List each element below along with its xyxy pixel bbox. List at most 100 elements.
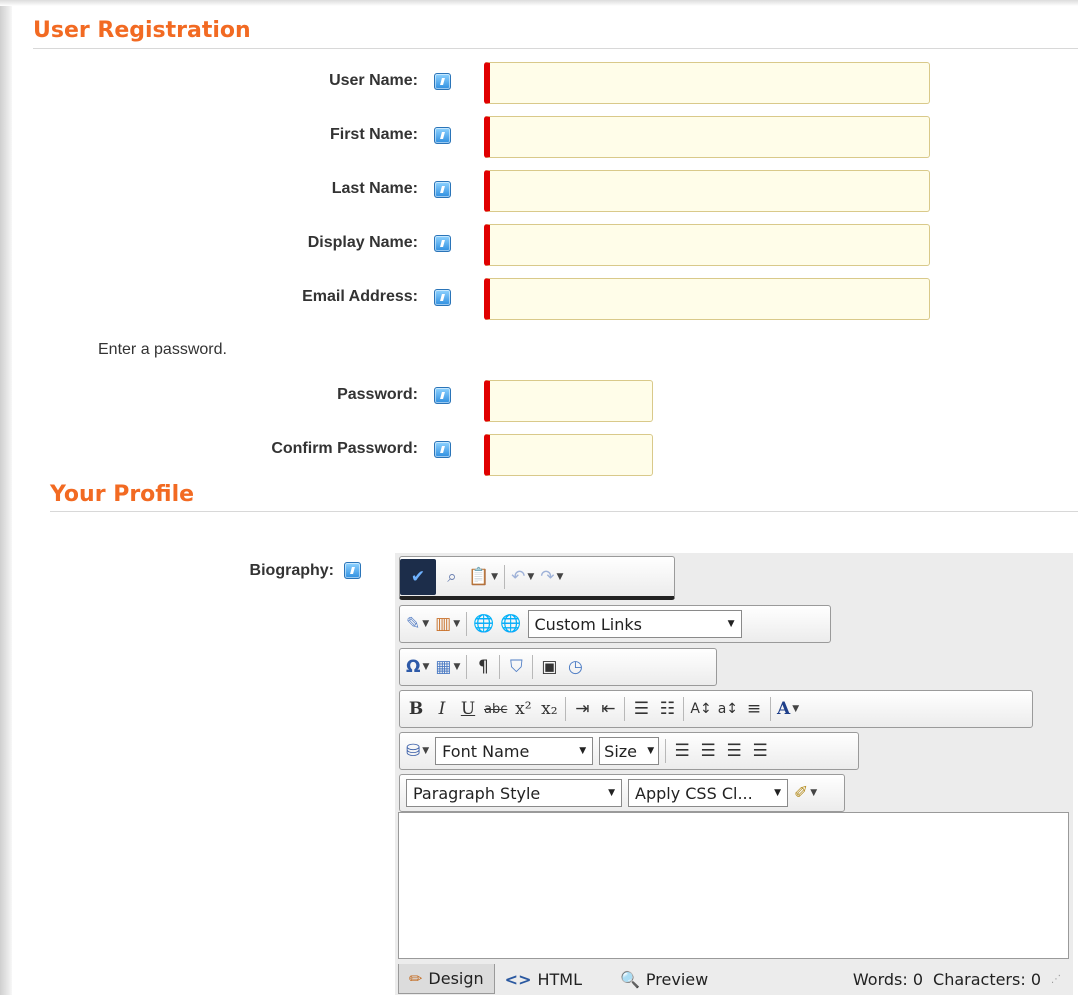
toolbar-separator [665, 739, 667, 763]
convert-lower-icon[interactable]: a↕ [718, 695, 738, 723]
insert-time-icon[interactable]: ◷ [565, 653, 585, 681]
custom-links-dropdown[interactable]: Custom Links ▼ [527, 610, 742, 638]
align-justify-icon[interactable]: ☰ [750, 737, 770, 765]
help-icon[interactable] [434, 387, 451, 404]
section-title-user-registration: User Registration [33, 18, 251, 43]
field-label: Display Name: [307, 234, 418, 251]
help-icon[interactable] [434, 289, 451, 306]
display-name-input[interactable] [484, 224, 930, 266]
html-tab[interactable]: <> HTML [495, 964, 592, 994]
bullet-list-icon[interactable]: ☷ [657, 695, 677, 723]
format-stripper-icon[interactable]: ✐ ▼ [794, 779, 817, 807]
numbered-list-icon[interactable]: ☰ [631, 695, 651, 723]
superscript-icon[interactable]: x² [513, 695, 533, 723]
horizontal-rule-icon[interactable]: ≡ [744, 695, 764, 723]
html-tab-label: HTML [537, 969, 582, 989]
align-right-icon[interactable]: ☰ [724, 737, 744, 765]
attach-link-icon[interactable]: ✎ ▼ [406, 610, 429, 638]
undo-icon[interactable]: ↶ ▼ [511, 563, 534, 591]
page-top-shadow [0, 0, 1078, 6]
spellcheck-icon[interactable]: ✔ [400, 558, 436, 595]
underline-icon[interactable]: U [458, 695, 478, 723]
editor-toolbar-insert: ✎ ▼ ▥ ▼ 🌐 🌐 Custom Links ▼ [399, 605, 831, 643]
find-icon[interactable]: ⌕ [442, 563, 462, 591]
align-center-icon[interactable]: ☰ [698, 737, 718, 765]
design-tab[interactable]: ✏ Design [398, 964, 495, 994]
font-size-dropdown[interactable]: Size ▼ [599, 737, 660, 765]
remove-link-icon[interactable]: 🌐 [500, 610, 521, 638]
confirm-password-input[interactable] [484, 434, 653, 476]
strikethrough-icon[interactable]: abc [484, 695, 507, 723]
toolbar-separator [499, 655, 501, 679]
toolbar-separator [565, 697, 567, 721]
italic-icon[interactable]: I [432, 695, 452, 723]
toolbar-separator [683, 697, 685, 721]
biography-label: Biography: [249, 562, 334, 579]
indent-icon[interactable]: ⇥ [572, 695, 592, 723]
toolbar-separator [624, 697, 626, 721]
chevron-down-icon: ▼ [774, 788, 781, 798]
user-name-input[interactable] [484, 62, 930, 104]
field-label: Confirm Password: [271, 440, 418, 457]
form-element-icon[interactable]: ⛉ [506, 653, 526, 681]
preview-tab[interactable]: 🔍 Preview [610, 964, 718, 994]
editor-toolbar-font: ⛁ ▼ Font Name ▼ Size ▼ ☰ ☰ ☰ ☰ [399, 732, 859, 770]
field-label: Last Name: [331, 180, 418, 197]
character-count: Characters: 0 [933, 969, 1041, 989]
section-title-your-profile: Your Profile [50, 482, 195, 507]
first-name-input[interactable] [484, 116, 930, 158]
editor-toolbar-styles: Paragraph Style ▼ Apply CSS Cl... ▼ ✐ ▼ [399, 774, 845, 812]
chevron-down-icon: ▼ [608, 788, 615, 798]
media-manager-icon[interactable]: ▥ ▼ [435, 610, 460, 638]
paragraph-style-dropdown[interactable]: Paragraph Style ▼ [406, 779, 622, 807]
css-class-dropdown[interactable]: Apply CSS Cl... ▼ [628, 779, 788, 807]
paragraph-style-value: Paragraph Style [413, 783, 541, 803]
design-tab-label: Design [428, 969, 484, 988]
help-icon[interactable] [434, 127, 451, 144]
magnifier-icon: 🔍 [620, 969, 640, 989]
help-icon[interactable] [434, 441, 451, 458]
editor-toolbar-symbols: Ω ▼ ▦ ▼ ¶ ⛉ ▣ ◷ [399, 648, 717, 686]
chevron-down-icon: ▼ [727, 619, 735, 629]
font-size-value: Size [604, 741, 638, 761]
password-input[interactable] [484, 380, 653, 422]
convert-upper-icon[interactable]: A↕ [690, 695, 711, 723]
resize-grip-icon[interactable]: ⋰ [1051, 974, 1061, 985]
email-address-input[interactable] [484, 278, 930, 320]
bold-icon[interactable]: B [406, 695, 426, 723]
last-name-input[interactable] [484, 170, 930, 212]
pencil-icon: ✏ [409, 969, 423, 988]
toolbar-separator [504, 564, 506, 589]
table-icon[interactable]: ▦ ▼ [435, 653, 460, 681]
word-count: Words: 0 [852, 969, 924, 989]
symbols-icon[interactable]: Ω ▼ [406, 653, 429, 681]
editor-content-area[interactable] [398, 812, 1069, 959]
chevron-down-icon: ▼ [647, 746, 655, 756]
paste-icon[interactable]: 📋 ▼ [468, 563, 498, 591]
css-class-value: Apply CSS Cl... [635, 783, 753, 803]
field-label: Email Address: [302, 288, 418, 305]
fore-color-icon[interactable]: A ▼ [777, 695, 799, 723]
help-icon[interactable] [344, 562, 361, 579]
paragraph-icon[interactable]: ¶ [473, 653, 493, 681]
section-divider [50, 511, 1078, 512]
field-label: First Name: [329, 126, 418, 143]
editor-status: Words: 0 Characters: 0 ⋰ [853, 970, 1073, 989]
toolbar-separator [466, 612, 468, 636]
subscript-icon[interactable]: x₂ [539, 695, 559, 723]
outdent-icon[interactable]: ⇤ [598, 695, 618, 723]
help-icon[interactable] [434, 235, 451, 252]
help-icon[interactable] [434, 73, 451, 90]
align-left-icon[interactable]: ☰ [672, 737, 692, 765]
password-hint: Enter a password. [98, 341, 227, 358]
code-icon: <> [504, 969, 532, 989]
help-icon[interactable] [434, 181, 451, 198]
redo-icon[interactable]: ↷ ▼ [540, 563, 563, 591]
insert-date-icon[interactable]: ▣ [539, 653, 559, 681]
hyperlink-icon[interactable]: 🌐 [473, 610, 494, 638]
toolbar-separator [770, 697, 771, 721]
font-name-dropdown[interactable]: Font Name ▼ [435, 737, 594, 765]
custom-links-value: Custom Links [534, 614, 642, 634]
highlight-color-icon[interactable]: ⛁ ▼ [406, 737, 429, 765]
font-name-value: Font Name [442, 741, 530, 761]
